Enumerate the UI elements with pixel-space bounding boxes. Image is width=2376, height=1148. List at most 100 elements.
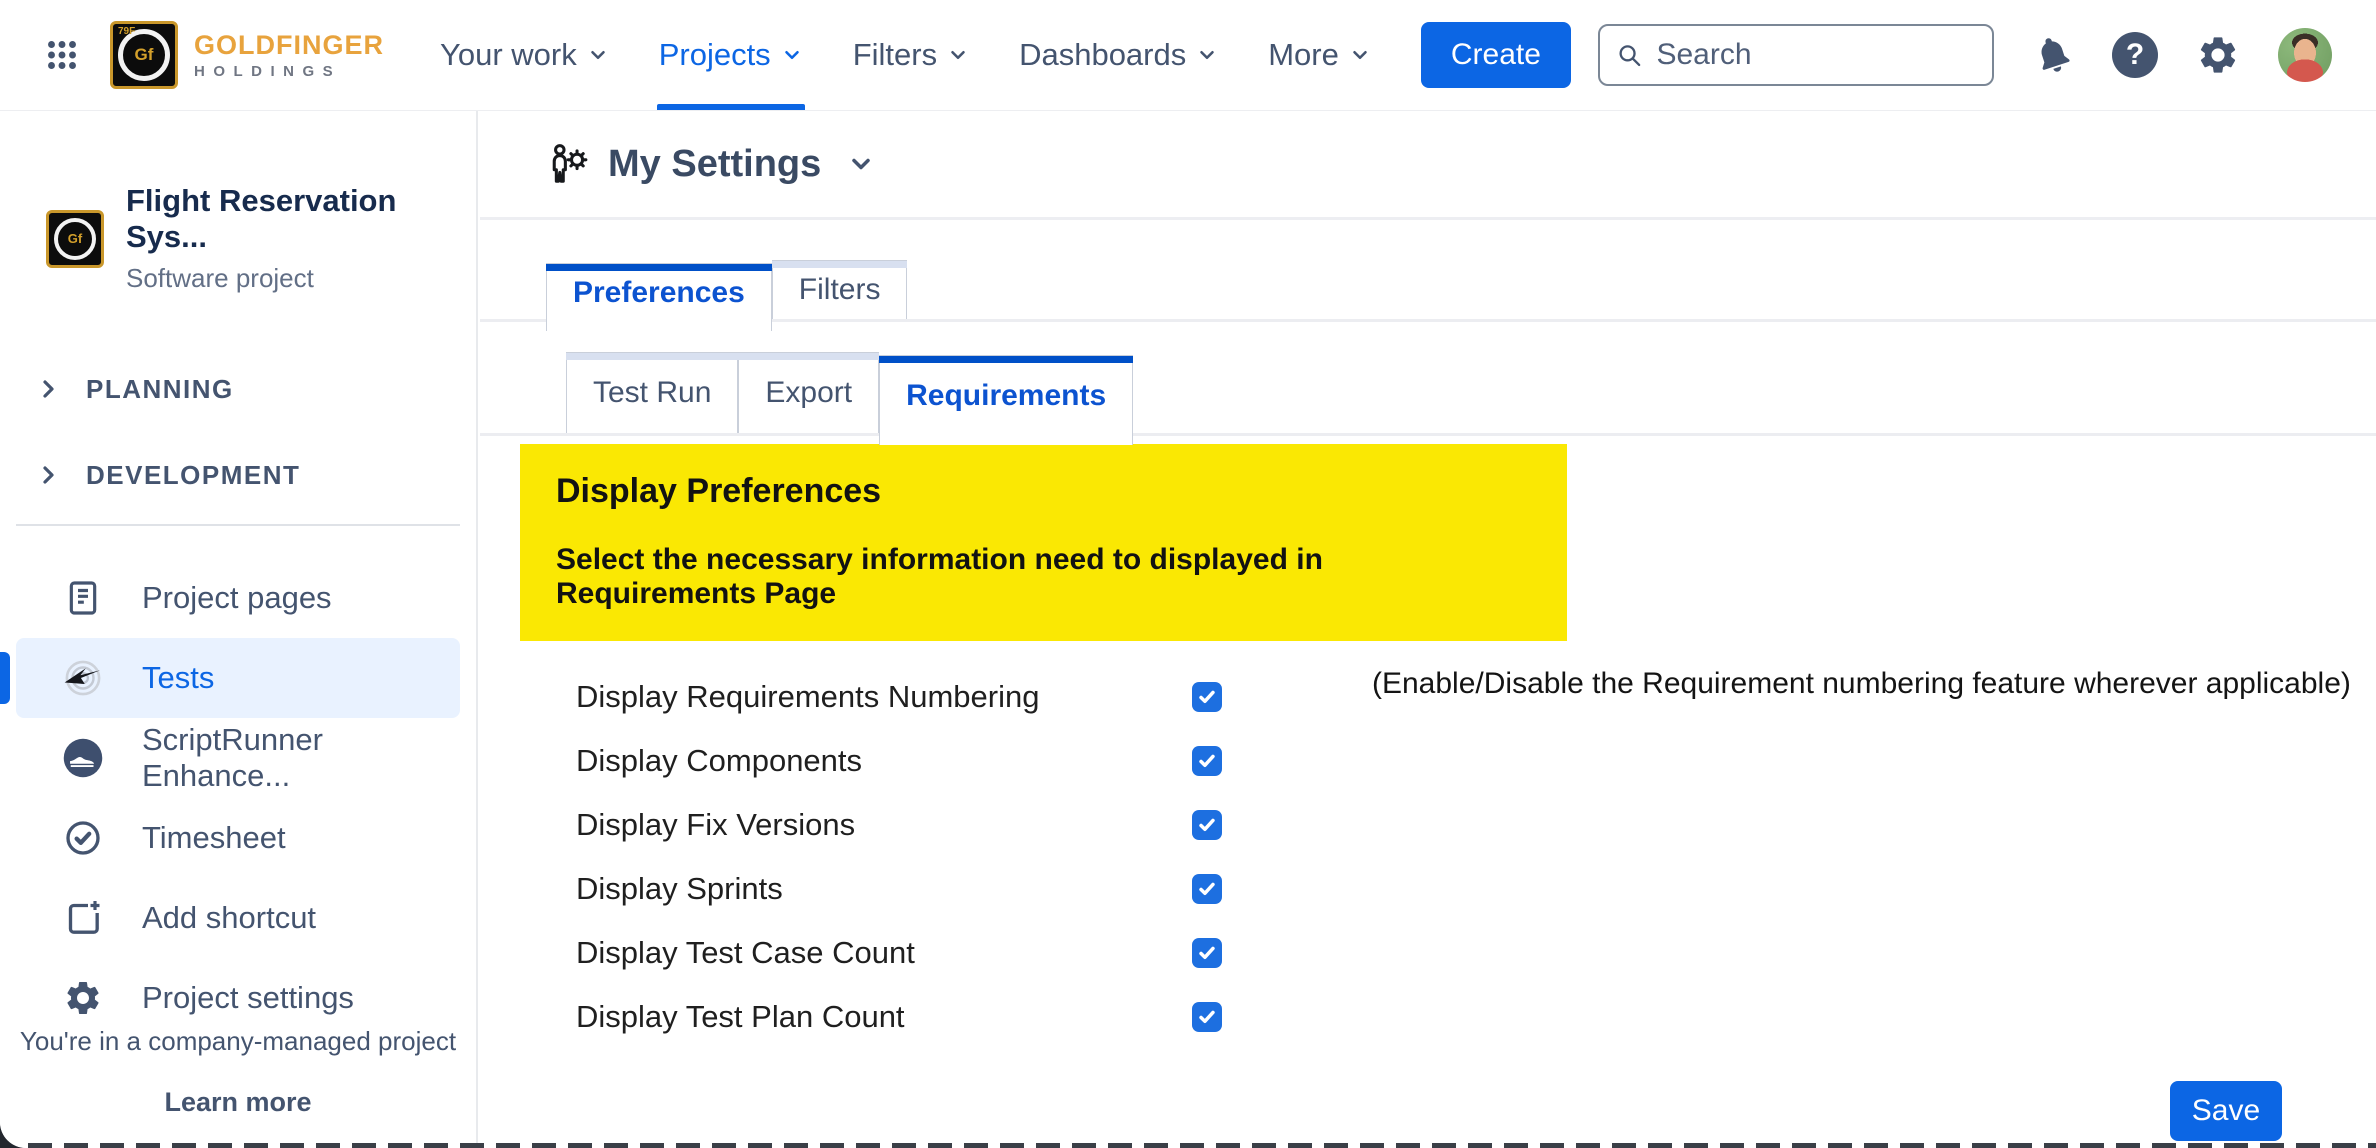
chevron-down-icon: [1196, 44, 1218, 66]
chevron-right-icon: [36, 463, 60, 487]
chevron-down-icon: [781, 44, 803, 66]
badge-corner-text: 79F: [118, 26, 135, 37]
chevron-down-icon: [947, 44, 969, 66]
nav-item-label: Your work: [440, 37, 577, 73]
check-circle-icon: [62, 817, 104, 859]
option-label: Display Sprints: [576, 871, 1192, 907]
sidebar-item-tests[interactable]: Tests: [16, 638, 460, 718]
project-type: Software project: [126, 263, 476, 294]
nav-item-filters[interactable]: Filters: [853, 0, 969, 110]
tests-target-icon: [62, 657, 104, 699]
navbar-right: ?: [1598, 24, 2332, 86]
banner-title: Display Preferences: [556, 472, 1531, 511]
sidebar-section-development[interactable]: DEVELOPMENT: [0, 432, 476, 518]
nav-item-label: Filters: [853, 37, 937, 73]
page-header[interactable]: My Settings: [480, 111, 2376, 220]
save-row: Save: [480, 1081, 2376, 1141]
create-button[interactable]: Create: [1421, 22, 1571, 88]
option-row: Display Test Case Count: [480, 921, 2376, 985]
option-label: Display Test Plan Count: [576, 999, 1192, 1035]
option-label: Display Test Case Count: [576, 935, 1192, 971]
main-content: My Settings Preferences Filters Test Run…: [480, 111, 2376, 1148]
sidebar-menu: Project pages Tests ScriptRunner Enhance…: [0, 558, 476, 1038]
option-row: Display Requirements Numbering (Enable/D…: [480, 665, 2376, 729]
option-row: Display Sprints: [480, 857, 2376, 921]
checkbox-checked[interactable]: [1192, 1002, 1222, 1032]
badge-letters: Gf: [135, 45, 154, 65]
checkbox-checked[interactable]: [1192, 746, 1222, 776]
nav-item-label: More: [1268, 37, 1339, 73]
project-avatar: Gf: [46, 210, 104, 268]
sidebar-item-label: Add shortcut: [142, 900, 316, 936]
subtab-test-run[interactable]: Test Run: [566, 352, 738, 433]
nav-item-your-work[interactable]: Your work: [440, 0, 609, 110]
top-navbar: 79F Gf GOLDFINGER HOLDINGS Your work Pro…: [0, 0, 2376, 111]
app-switcher-icon[interactable]: [44, 37, 80, 73]
sidebar-item-label: Tests: [142, 660, 214, 696]
add-shortcut-icon: [62, 897, 104, 939]
screenshot-bottom-edge: [28, 1143, 2376, 1148]
option-label: Display Fix Versions: [576, 807, 1192, 843]
tab-preferences[interactable]: Preferences: [546, 263, 772, 331]
sneaker-icon: [62, 737, 104, 779]
user-avatar[interactable]: [2278, 28, 2332, 82]
primary-nav: Your work Projects Filters Dashboards Mo…: [440, 0, 1371, 110]
search-box[interactable]: [1598, 24, 1994, 86]
nav-item-label: Projects: [659, 37, 771, 73]
learn-more-link[interactable]: Learn more: [0, 1087, 476, 1118]
chevron-down-icon: [847, 150, 875, 178]
page-title: My Settings: [608, 143, 821, 186]
checkbox-checked[interactable]: [1192, 874, 1222, 904]
save-button[interactable]: Save: [2170, 1081, 2282, 1141]
help-icon[interactable]: ?: [2112, 32, 2158, 78]
sidebar-sections: PLANNING DEVELOPMENT: [0, 346, 476, 518]
project-header-text: Flight Reservation Sys... Software proje…: [126, 183, 476, 294]
display-options-list: Display Requirements Numbering (Enable/D…: [480, 665, 2376, 1049]
tab-filters[interactable]: Filters: [772, 260, 908, 319]
banner-subtitle: Select the necessary information need to…: [556, 543, 1531, 611]
sidebar-item-label: Project settings: [142, 980, 354, 1016]
checkbox-checked[interactable]: [1192, 810, 1222, 840]
option-label: Display Components: [576, 743, 1192, 779]
sidebar-item-label: Project pages: [142, 580, 332, 616]
goldfinger-logo[interactable]: 79F Gf GOLDFINGER HOLDINGS: [110, 21, 384, 89]
preferences-subtabs: Test Run Export Requirements: [480, 352, 2376, 436]
brand-line1: GOLDFINGER: [194, 32, 384, 59]
project-header[interactable]: Gf Flight Reservation Sys... Software pr…: [0, 183, 476, 294]
app-window: 79F Gf GOLDFINGER HOLDINGS Your work Pro…: [0, 0, 2376, 1148]
my-settings-icon: [546, 141, 592, 187]
nav-item-dashboards[interactable]: Dashboards: [1019, 0, 1218, 110]
settings-gear-icon[interactable]: [2196, 33, 2240, 77]
nav-item-label: Dashboards: [1019, 37, 1186, 73]
checkbox-checked[interactable]: [1192, 938, 1222, 968]
sidebar-item-timesheet[interactable]: Timesheet: [16, 798, 460, 878]
sidebar-section-planning[interactable]: PLANNING: [0, 346, 476, 432]
badge-letters: Gf: [68, 231, 82, 246]
project-sidebar: Gf Flight Reservation Sys... Software pr…: [0, 111, 478, 1148]
option-row: Display Test Plan Count: [480, 985, 2376, 1049]
selected-indicator: [0, 652, 10, 704]
option-row: Display Fix Versions: [480, 793, 2376, 857]
project-name: Flight Reservation Sys...: [126, 183, 476, 255]
goldfinger-badge-icon: 79F Gf: [110, 21, 178, 89]
sidebar-footer: You're in a company-managed project Lear…: [0, 1026, 476, 1118]
search-input[interactable]: [1654, 37, 1976, 73]
chevron-right-icon: [36, 377, 60, 401]
sidebar-item-add-shortcut[interactable]: Add shortcut: [16, 878, 460, 958]
subtab-requirements[interactable]: Requirements: [879, 355, 1133, 445]
sidebar-item-project-pages[interactable]: Project pages: [16, 558, 460, 638]
checkbox-checked[interactable]: [1192, 682, 1222, 712]
sidebar-item-scriptrunner[interactable]: ScriptRunner Enhance...: [16, 718, 460, 798]
display-preferences-banner: Display Preferences Select the necessary…: [520, 444, 1567, 641]
option-label: Display Requirements Numbering: [576, 679, 1192, 715]
section-label: PLANNING: [86, 374, 234, 405]
notifications-bell-icon[interactable]: [2032, 34, 2074, 76]
nav-item-projects[interactable]: Projects: [659, 0, 803, 110]
brand-line2: HOLDINGS: [194, 64, 384, 79]
option-note: (Enable/Disable the Requirement numberin…: [1372, 667, 2351, 701]
gear-icon: [62, 977, 104, 1019]
subtab-export[interactable]: Export: [738, 352, 879, 433]
option-row: Display Components: [480, 729, 2376, 793]
section-label: DEVELOPMENT: [86, 460, 300, 491]
nav-item-more[interactable]: More: [1268, 0, 1371, 110]
